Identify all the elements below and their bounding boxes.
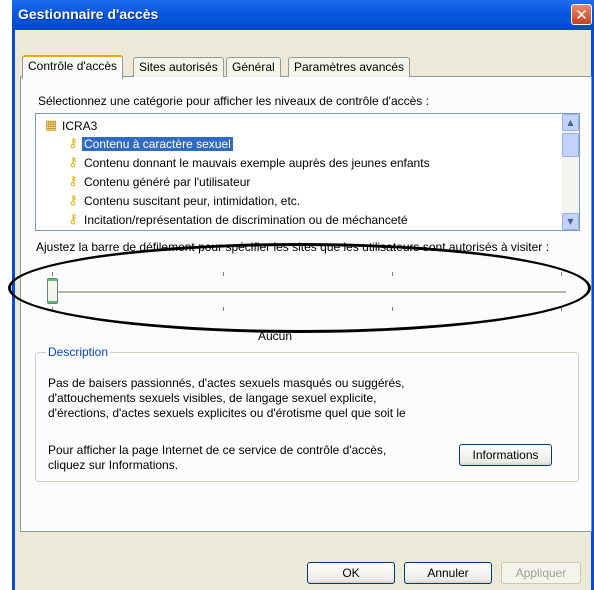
tab-general[interactable]: Général: [226, 57, 281, 77]
slider-tick: [392, 307, 393, 311]
list-item[interactable]: ⚷ Contenu donnant le mauvais exemple aupr…: [64, 154, 432, 172]
apply-button[interactable]: Appliquer: [501, 562, 581, 584]
tab-parametres-avances[interactable]: Paramètres avancés: [288, 57, 411, 77]
scroll-up-button[interactable]: ▲: [562, 114, 579, 131]
slider-tick: [52, 307, 53, 311]
info-text-line: cliquez sur Informations.: [48, 458, 179, 472]
list-item[interactable]: ⚷ Contenu à caractère sexuel: [64, 135, 233, 153]
slider-level-label: Aucun: [258, 329, 293, 343]
slider-tick: [561, 272, 562, 276]
scroll-thumb[interactable]: [562, 133, 579, 157]
list-item[interactable]: ⚷ Contenu généré par l'utilisateur: [64, 173, 252, 191]
tab-sites-autorises[interactable]: Sites autorisés: [133, 57, 224, 77]
slider-tick: [223, 272, 224, 276]
key-icon: ⚷: [68, 155, 78, 170]
slider-thumb[interactable]: [47, 278, 58, 304]
slider-tick: [392, 272, 393, 276]
description-line: Pas de baisers passionnés, d'actes sexue…: [48, 376, 405, 390]
list-item-root[interactable]: ▦ ICRA3: [42, 117, 99, 135]
description-line: d'attouchements sexuels visibles, de lan…: [48, 391, 377, 405]
slider-tick: [561, 307, 562, 311]
close-icon: ✕: [575, 6, 588, 24]
ratings-icon: ▦: [44, 118, 58, 133]
category-prompt: Sélectionnez une catégorie pour afficher…: [38, 94, 429, 108]
category-list[interactable]: ▦ ICRA3 ⚷ Contenu à caractère sexuel ⚷ Cont…: [35, 113, 580, 231]
informations-button[interactable]: Informations: [459, 444, 552, 466]
list-item[interactable]: ⚷ Incitation/représentation de discrimina…: [64, 211, 410, 229]
key-icon: ⚷: [68, 193, 78, 208]
chevron-up-icon: ▲: [567, 118, 574, 127]
window-title: Gestionnaire d'accès: [18, 6, 159, 22]
info-text-line: Pour afficher la page Internet de ce ser…: [48, 443, 387, 457]
key-icon: ⚷: [68, 174, 78, 189]
key-icon: ⚷: [68, 212, 78, 227]
slider-track[interactable]: [48, 291, 566, 294]
close-button[interactable]: ✕: [571, 4, 592, 25]
slider-tick: [52, 272, 53, 276]
tab-controle-acces[interactable]: Contrôle d'accès: [22, 55, 124, 79]
scroll-down-button[interactable]: ▼: [562, 213, 579, 230]
title-bar[interactable]: Gestionnaire d'accès ✕: [12, 0, 594, 30]
slider-tick: [223, 307, 224, 311]
list-item[interactable]: ⚷ Contenu suscitant peur, intimidation, e…: [64, 192, 302, 210]
chevron-down-icon: ▼: [567, 217, 574, 226]
description-line: d'érections, d'actes sexuels explicites …: [48, 406, 406, 420]
ok-button[interactable]: OK: [307, 562, 395, 584]
cancel-button[interactable]: Annuler: [404, 562, 492, 584]
description-legend: Description: [46, 345, 111, 359]
slider-prompt: Ajustez la barre de défilement pour spéc…: [36, 240, 549, 254]
key-icon: ⚷: [68, 136, 78, 151]
list-scrollbar[interactable]: ▲ ▼: [562, 114, 579, 230]
